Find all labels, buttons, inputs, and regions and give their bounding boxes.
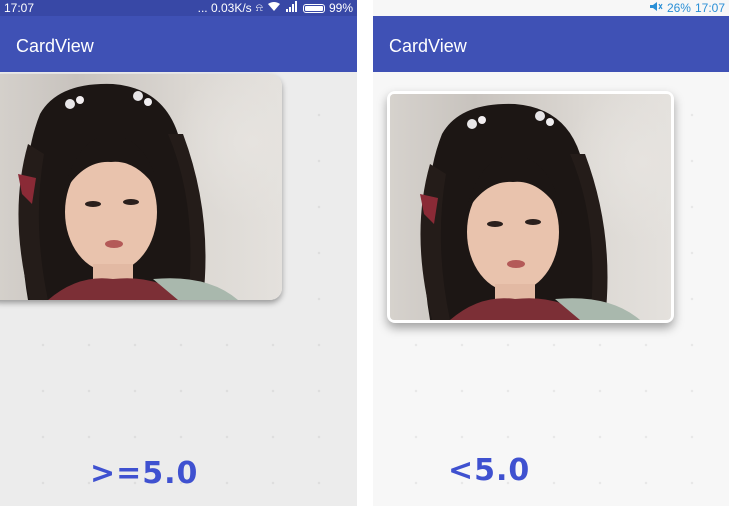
battery-percent: 99%	[328, 1, 353, 15]
status-icons: 26% 17:07	[649, 1, 725, 15]
app-bar: CardView	[0, 16, 357, 72]
status-time: 17:07	[694, 1, 725, 15]
battery-icon	[302, 3, 325, 13]
wifi-icon	[267, 1, 281, 15]
network-speed: ... 0.03K/s	[197, 1, 252, 15]
signal-icon	[285, 1, 299, 15]
status-bar: 17:07 ... 0.03K/s ⍾ 99%	[0, 0, 357, 16]
app-title: CardView	[16, 36, 94, 56]
app-bar: CardView	[373, 16, 729, 72]
portrait-photo	[0, 74, 282, 300]
image-card[interactable]	[0, 74, 282, 300]
phone-android-pre-5: 26% 17:07 CardView <5.0	[373, 0, 729, 506]
app-title: CardView	[389, 36, 467, 56]
speaker-muted-icon	[649, 1, 663, 15]
version-caption: <5.0	[448, 453, 531, 488]
status-time: 17:07	[4, 1, 35, 15]
version-caption: >=5.0	[90, 456, 199, 491]
volume-percent: 26%	[666, 1, 691, 15]
alarm-icon: ⍾	[255, 1, 263, 14]
status-icons: ... 0.03K/s ⍾ 99%	[198, 1, 353, 15]
phone-android-5-plus: 17:07 ... 0.03K/s ⍾ 99% CardView >=5.0	[0, 0, 357, 506]
portrait-photo	[390, 94, 671, 320]
image-card[interactable]	[387, 91, 674, 323]
status-bar: 26% 17:07	[373, 0, 729, 16]
